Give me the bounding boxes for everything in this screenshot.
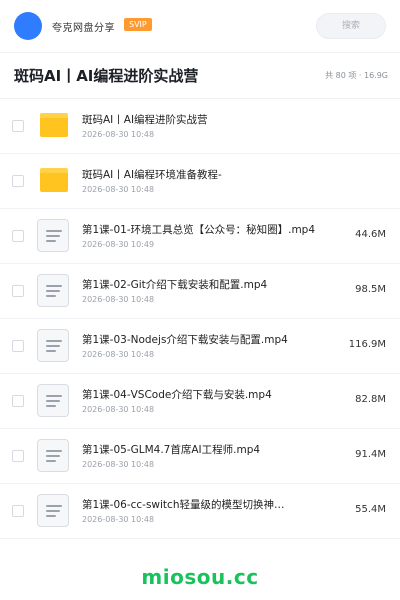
item-name: 第1课-06-cc-switch轻量级的模型切换神… — [82, 499, 285, 511]
select-checkbox[interactable] — [12, 285, 24, 297]
list-item[interactable]: 第1课-03-Nodejs介绍下载安装与配置.mp4 2026-08-30 10:… — [0, 319, 400, 374]
document-icon — [37, 494, 69, 527]
document-icon — [37, 219, 69, 252]
app-name: 夸克网盘分享 — [52, 23, 115, 34]
select-checkbox[interactable] — [12, 230, 24, 242]
search-input[interactable]: 搜索 — [316, 13, 386, 39]
list-item[interactable]: 第1课-06-cc-switch轻量级的模型切换神… 2026-08-30 10:… — [0, 484, 400, 539]
select-checkbox[interactable] — [12, 450, 24, 462]
list-item[interactable]: 第1课-04-VSCode介绍下载与安装.mp4 2026-08-30 10:48… — [0, 374, 400, 429]
item-date: 2026-08-30 10:48 — [82, 350, 155, 359]
item-date: 2026-08-30 10:48 — [82, 460, 155, 469]
document-icon — [37, 274, 69, 307]
item-date: 2026-08-30 10:48 — [82, 515, 155, 524]
avatar[interactable] — [14, 12, 42, 40]
item-size: 91.4M — [355, 449, 386, 460]
select-checkbox[interactable] — [12, 505, 24, 517]
list-item[interactable]: 第1课-02-Git介绍下载安装和配置.mp4 2026-08-30 10:48 9… — [0, 264, 400, 319]
item-date: 2026-08-30 10:48 — [82, 295, 155, 304]
item-name: 第1课-02-Git介绍下载安装和配置.mp4 — [82, 279, 268, 291]
svip-badge: SVIP — [124, 18, 152, 31]
file-list: 斑码AI丨AI编程进阶实战营 2026-08-30 10:48 斑码AI丨AI编程环… — [0, 99, 400, 539]
item-name: 第1课-01-环境工具总览【公众号：秘知圈】.mp4 — [82, 224, 316, 236]
folder-titlebar: 斑码AI丨AI编程进阶实战营 共 80 项 · 16.9G — [0, 53, 400, 99]
list-item[interactable]: 第1课-05-GLM4.7首席AI工程师.mp4 2026-08-30 10:48… — [0, 429, 400, 484]
item-date: 2026-08-30 10:48 — [82, 130, 155, 139]
item-name: 斑码AI丨AI编程环境准备教程- — [82, 169, 222, 181]
item-size: 116.9M — [348, 339, 386, 350]
item-size: 82.8M — [355, 394, 386, 405]
select-checkbox[interactable] — [12, 395, 24, 407]
item-size: 98.5M — [355, 284, 386, 295]
item-name: 第1课-03-Nodejs介绍下载安装与配置.mp4 — [82, 334, 288, 346]
select-checkbox[interactable] — [12, 175, 24, 187]
select-checkbox[interactable] — [12, 340, 24, 352]
item-name: 第1课-04-VSCode介绍下载与安装.mp4 — [82, 389, 272, 401]
folder-meta: 共 80 项 · 16.9G — [325, 71, 388, 80]
watermark: miosou.cc — [141, 565, 259, 589]
list-item[interactable]: 斑码AI丨AI编程环境准备教程- 2026-08-30 10:48 — [0, 154, 400, 209]
select-checkbox[interactable] — [12, 120, 24, 132]
document-icon — [37, 384, 69, 417]
item-name: 第1课-05-GLM4.7首席AI工程师.mp4 — [82, 444, 261, 456]
document-icon — [37, 329, 69, 362]
document-icon — [37, 439, 69, 472]
item-size: 44.6M — [355, 229, 386, 240]
list-item[interactable]: 第1课-01-环境工具总览【公众号：秘知圈】.mp4 2026-08-30 10:… — [0, 209, 400, 264]
app-header: 夸克网盘分享 SVIP 搜索 — [0, 0, 400, 53]
item-size: 55.4M — [355, 504, 386, 515]
item-date: 2026-08-30 10:48 — [82, 405, 155, 414]
item-name: 斑码AI丨AI编程进阶实战营 — [82, 114, 208, 126]
folder-icon — [40, 113, 68, 137]
item-date: 2026-08-30 10:48 — [82, 185, 155, 194]
folder-icon — [40, 168, 68, 192]
item-date: 2026-08-30 10:49 — [82, 240, 155, 249]
page-title: 斑码AI丨AI编程进阶实战营 — [14, 67, 199, 85]
list-item[interactable]: 斑码AI丨AI编程进阶实战营 2026-08-30 10:48 — [0, 99, 400, 154]
